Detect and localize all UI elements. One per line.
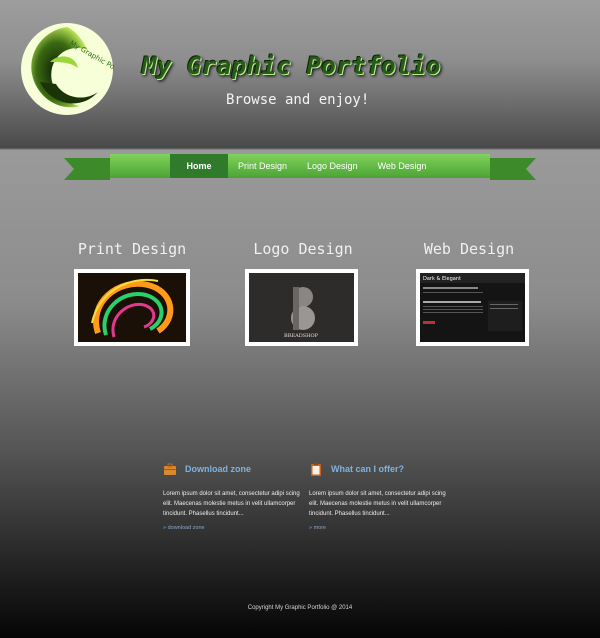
main-nav: Home Print Design Logo Design Web Design xyxy=(64,154,536,180)
nav-item-print-design[interactable]: Print Design xyxy=(228,154,297,178)
footer-copyright: Copyright My Graphic Portfolio @ 2014 xyxy=(247,605,353,611)
site-header: My Graphic Portfolio My Graphic Portfoli… xyxy=(0,0,600,150)
thumbnail-web-design[interactable]: Dark & Elegant xyxy=(416,269,529,346)
clipboard-icon xyxy=(311,463,321,476)
thumbnail-logo-design[interactable]: BREADSHOP xyxy=(245,269,358,346)
nav-item-web-design[interactable]: Web Design xyxy=(368,154,437,178)
section-heading-logo: Logo Design xyxy=(253,240,353,258)
briefcase-icon xyxy=(164,463,176,475)
site-title: My Graphic Portfolio xyxy=(142,52,441,80)
offer-text: Lorem ipsum dolor sit amet, consectetur … xyxy=(309,491,446,517)
logo-design-image: BREADSHOP xyxy=(249,273,354,342)
download-zone-text: Lorem ipsum dolor sit amet, consectetur … xyxy=(163,491,300,517)
info-what-can-i-offer: What can I offer? Lorem ipsum dolor sit … xyxy=(309,461,449,531)
site-tagline: Browse and enjoy! xyxy=(226,92,370,108)
section-heading-print: Print Design xyxy=(77,240,187,258)
download-zone-title[interactable]: Download zone xyxy=(185,464,251,474)
section-heading-web: Web Design xyxy=(423,240,515,258)
nav-item-logo-design[interactable]: Logo Design xyxy=(297,154,368,178)
nav-item-home[interactable]: Home xyxy=(170,154,228,178)
nav-bar: Home Print Design Logo Design Web Design xyxy=(110,154,490,178)
web-design-image: Dark & Elegant xyxy=(420,273,525,342)
print-design-image xyxy=(78,273,186,342)
ribbon-right-icon xyxy=(490,158,536,180)
swirl-logo-icon[interactable]: My Graphic Portfolio xyxy=(20,22,114,116)
breadshop-label: BREADSHOP xyxy=(284,333,319,339)
offer-title[interactable]: What can I offer? xyxy=(331,464,404,474)
info-download-zone: Download zone Lorem ipsum dolor sit amet… xyxy=(163,461,303,531)
offer-more-link[interactable]: » more xyxy=(309,525,449,531)
dark-elegant-label: Dark & Elegant xyxy=(423,276,461,282)
thumbnail-print-design[interactable] xyxy=(74,269,190,346)
download-zone-link[interactable]: » download zone xyxy=(163,525,303,531)
ribbon-left-icon xyxy=(64,158,110,180)
